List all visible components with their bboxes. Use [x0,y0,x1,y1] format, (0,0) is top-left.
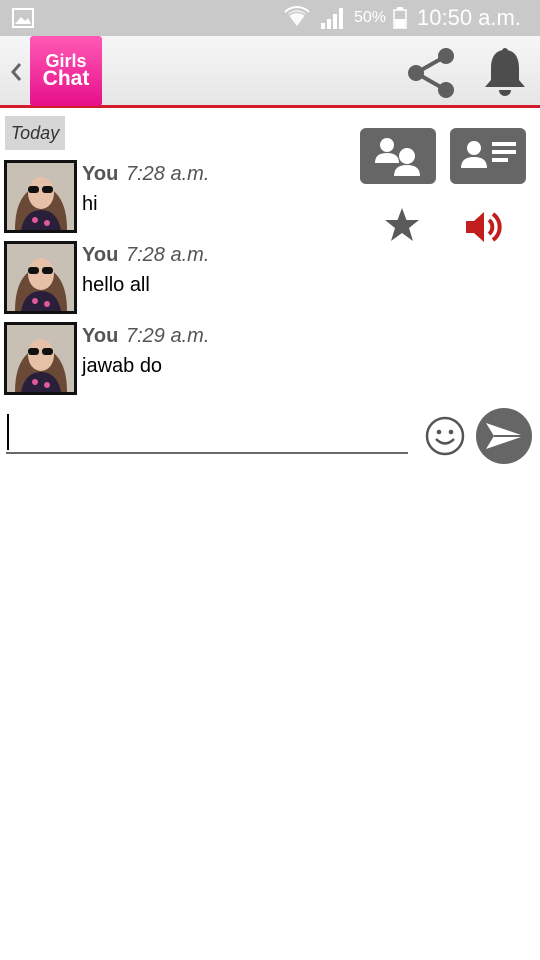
text-cursor [7,414,9,450]
message-item[interactable]: You 7:28 a.m. hello all [4,241,344,315]
send-icon[interactable] [474,406,534,466]
battery-icon [393,7,407,29]
message-sender: You [82,325,119,347]
star-icon[interactable] [383,206,421,244]
emoji-icon[interactable] [424,415,466,457]
message-time: 7:29 a.m. [126,325,210,347]
avatar[interactable] [4,322,77,395]
message-sender: You [82,244,119,266]
avatar-photo [7,244,74,311]
date-divider: Today [5,116,65,150]
message-text: hi [82,193,98,215]
wifi-icon [284,6,310,26]
bell-icon[interactable] [480,46,530,98]
gallery-icon [12,8,34,28]
avatar-photo [7,163,74,230]
back-icon[interactable] [6,58,26,86]
avatar[interactable] [4,241,77,314]
users-icon [375,138,420,176]
clock: 10:50 a.m. [417,5,521,30]
signal-icon [321,8,343,29]
message-sender: You [82,163,119,185]
message-item[interactable]: You 7:29 a.m. jawab do [4,322,344,396]
app-logo: Girls Chat [30,36,102,106]
users-button[interactable] [360,128,436,184]
message-item[interactable]: You 7:28 a.m. hi [4,160,344,234]
app-bar: Girls Chat [0,36,540,108]
logo-line2: Chat [42,67,90,90]
volume-icon[interactable] [462,206,504,248]
battery-percent: 50% [354,9,387,26]
message-text: jawab do [82,355,163,377]
avatar[interactable] [4,160,77,233]
share-icon[interactable] [404,46,460,100]
profile-card-icon [461,141,516,168]
message-time: 7:28 a.m. [126,163,210,185]
profile-button[interactable] [450,128,526,184]
status-bar: 50% 10:50 a.m. [0,0,540,36]
avatar-photo [7,325,74,392]
message-time: 7:28 a.m. [126,244,210,266]
message-text: hello all [82,274,150,296]
message-input[interactable] [6,408,408,454]
